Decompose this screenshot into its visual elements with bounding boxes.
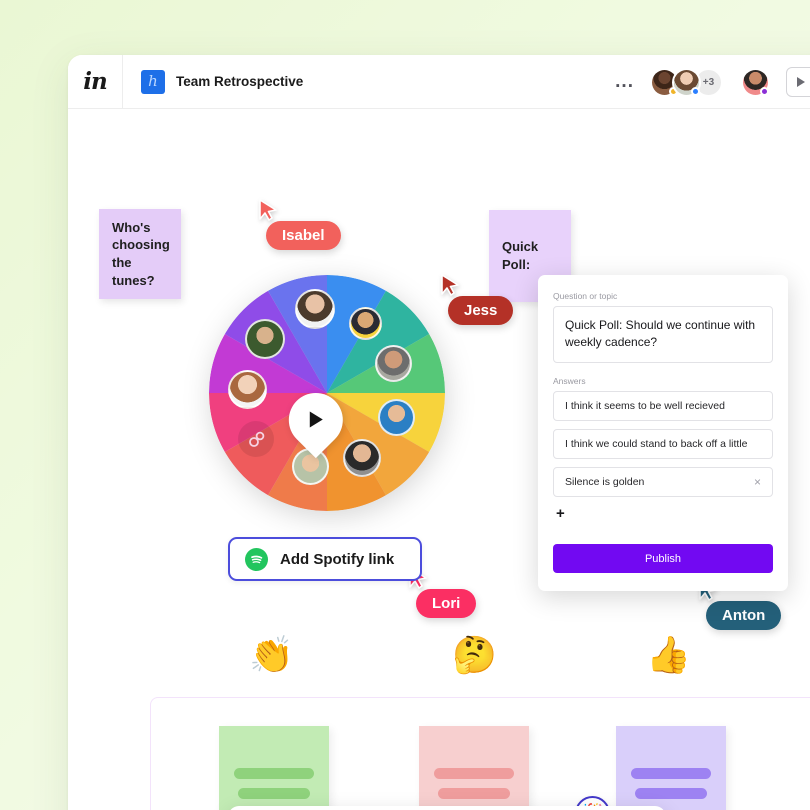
- spotify-icon: [245, 547, 268, 571]
- whiteboard-canvas[interactable]: Who's choosing the tunes? Quick Poll: Is…: [68, 109, 810, 810]
- quick-poll-panel: Question or topic Quick Poll: Should we …: [538, 275, 788, 591]
- document-identity: h Team Retrospective: [123, 69, 304, 94]
- status-dot: [760, 86, 769, 96]
- note-text-placeholder: [234, 768, 314, 779]
- reaction-clapping-hands[interactable]: 👏: [249, 637, 294, 673]
- app-window: in h Team Retrospective ... +3 Who's cho…: [68, 55, 810, 810]
- board-sticky-pink[interactable]: [419, 726, 529, 810]
- answer-text: I think we could stand to back off a lit…: [565, 437, 748, 450]
- publish-button[interactable]: Publish: [553, 544, 773, 573]
- question-field-label: Question or topic: [553, 291, 618, 301]
- status-dot: [691, 86, 700, 96]
- collaborator-avatars: +3: [650, 67, 723, 97]
- wheel-avatar: [375, 345, 412, 382]
- remove-answer-icon[interactable]: ×: [754, 475, 761, 489]
- play-icon: [797, 77, 805, 87]
- add-answer-button[interactable]: +: [556, 505, 773, 522]
- app-header: in h Team Retrospective ... +3: [68, 55, 810, 109]
- wheel-avatar: [378, 399, 415, 436]
- cursor-label-isabel: Isabel: [266, 221, 341, 250]
- answers-section: Answers I think it seems to be well reci…: [553, 376, 773, 522]
- wheel-avatar: [349, 307, 382, 340]
- cursor-label-lori: Lori: [416, 589, 477, 618]
- answer-input-1[interactable]: I think it seems to be well recieved: [553, 390, 773, 421]
- board-sticky-green[interactable]: [219, 726, 329, 810]
- question-input[interactable]: Quick Poll: Should we continue with week…: [553, 306, 773, 363]
- board-sticky-purple[interactable]: [616, 726, 726, 810]
- sticky-note-tunes[interactable]: Who's choosing the tunes?: [99, 209, 181, 299]
- note-text-placeholder: [437, 788, 511, 799]
- wheel-avatar: [295, 289, 335, 329]
- spinner-wheel[interactable]: [209, 275, 445, 511]
- invision-logo[interactable]: in: [68, 55, 123, 109]
- answer-text: Silence is golden: [565, 475, 645, 488]
- note-text-placeholder: [631, 768, 711, 779]
- answer-text: I think it seems to be well recieved: [565, 399, 725, 412]
- play-icon: [309, 411, 323, 428]
- reaction-thumbs-up[interactable]: 👍: [646, 637, 691, 673]
- note-text-placeholder: [434, 768, 514, 779]
- note-text-placeholder: [237, 788, 311, 799]
- wheel-avatar: [343, 439, 381, 477]
- answer-input-3[interactable]: Silence is golden ×: [553, 466, 773, 497]
- answer-input-2[interactable]: I think we could stand to back off a lit…: [553, 428, 773, 459]
- cursor-label-jess: Jess: [448, 296, 514, 325]
- page-title: Team Retrospective: [176, 74, 304, 89]
- answers-field-label: Answers: [553, 375, 586, 386]
- wheel-empty-slot-icon[interactable]: [238, 421, 274, 457]
- header-actions: ... +3 Pre: [609, 55, 810, 109]
- reaction-thinking-face[interactable]: 🤔: [452, 637, 497, 673]
- spotify-button-label: Add Spotify link: [280, 550, 395, 568]
- header-more-icon[interactable]: ...: [609, 72, 640, 91]
- wheel-avatar: [245, 319, 285, 359]
- wheel-avatar: [228, 370, 267, 409]
- avatar[interactable]: [672, 67, 701, 97]
- freehand-doc-icon: h: [141, 69, 165, 94]
- note-text-placeholder: [634, 788, 708, 799]
- canvas-toolbar: ` ` ` `: [228, 806, 666, 810]
- retro-note-board: 🎉: [150, 697, 810, 810]
- cursor-label-anton: Anton: [706, 601, 782, 630]
- avatar-current-user[interactable]: [741, 67, 770, 97]
- add-spotify-link-button[interactable]: Add Spotify link: [228, 537, 422, 581]
- present-button[interactable]: Pre: [786, 67, 810, 97]
